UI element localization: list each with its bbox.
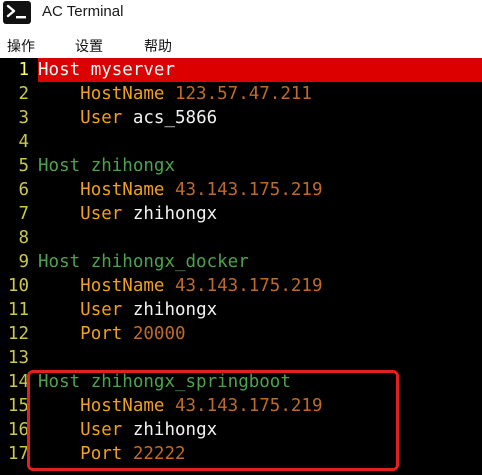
line-code[interactable]: HostName 43.143.175.219 (38, 274, 482, 298)
code-token: HostName (80, 180, 165, 200)
editor-line[interactable]: 6 HostName 43.143.175.219 (0, 178, 482, 202)
line-code[interactable]: User zhihongx (38, 418, 482, 442)
editor-line[interactable]: 13 (0, 346, 482, 370)
code-token: Host (38, 60, 81, 80)
editor-line[interactable]: 10 HostName 43.143.175.219 (0, 274, 482, 298)
line-code[interactable]: HostName 123.57.47.211 (38, 82, 482, 106)
code-token: myserver (80, 60, 175, 80)
editor-line[interactable]: 5 Host zhihongx (0, 154, 482, 178)
code-token: Port (80, 324, 123, 344)
editor-line[interactable]: 2 HostName 123.57.47.211 (0, 82, 482, 106)
code-token: User (80, 420, 123, 440)
line-number: 4 (18, 132, 29, 152)
line-number: 3 (18, 108, 29, 128)
menu-item-operations[interactable]: 操作 (7, 36, 35, 56)
editor-line[interactable]: 9 Host zhihongx_docker (0, 250, 482, 274)
code-token: zhihongx_springboot (80, 372, 291, 392)
code-token: 43.143.175.219 (164, 276, 323, 296)
menu-bar: 操作 设置 帮助 (0, 34, 482, 58)
code-token: 43.143.175.219 (164, 180, 323, 200)
code-token: 123.57.47.211 (164, 84, 312, 104)
editor-line[interactable]: 16 User zhihongx (0, 418, 482, 442)
code-token: 20000 (122, 324, 186, 344)
line-code[interactable] (38, 346, 482, 370)
code-token: zhihongx_docker (80, 252, 249, 272)
code-token: zhihongx (122, 300, 218, 320)
line-number: 15 (7, 396, 29, 416)
code-token: HostName (80, 84, 165, 104)
editor-line[interactable]: 17 Port 22222 (0, 442, 482, 466)
window-title: AC Terminal (42, 3, 124, 20)
line-number: 8 (18, 228, 29, 248)
code-token: Host (38, 156, 81, 176)
code-token: User (80, 300, 123, 320)
line-number: 13 (7, 348, 29, 368)
editor-line[interactable]: 4 (0, 130, 482, 154)
editor-line[interactable]: 8 (0, 226, 482, 250)
line-number: 12 (7, 324, 29, 344)
line-code[interactable]: Port 20000 (38, 322, 482, 346)
editor-line[interactable]: 15 HostName 43.143.175.219 (0, 394, 482, 418)
terminal-prompt-icon (3, 1, 31, 24)
menu-item-settings[interactable]: 设置 (75, 36, 103, 56)
terminal-window: AC Terminal 操作 设置 帮助 1 Host myserver 2 Hos… (0, 0, 482, 475)
code-token: zhihongx (80, 156, 175, 176)
code-token: Port (80, 444, 123, 464)
line-code[interactable]: Host zhihongx_docker (38, 250, 482, 274)
code-token: User (80, 204, 123, 224)
line-code[interactable]: Host zhihongx_springboot (38, 370, 482, 394)
editor-line[interactable]: 3 User acs_5866 (0, 106, 482, 130)
line-number: 1 (18, 60, 29, 80)
editor-line[interactable]: 12 Port 20000 (0, 322, 482, 346)
line-code[interactable]: Port 22222 (38, 442, 482, 466)
line-number: 9 (18, 252, 29, 272)
line-number: 17 (7, 444, 29, 464)
line-number: 6 (18, 180, 29, 200)
line-number: 5 (18, 156, 29, 176)
code-token: acs_5866 (122, 108, 218, 128)
line-code[interactable]: User acs_5866 (38, 106, 482, 130)
editor-line[interactable]: 11 User zhihongx (0, 298, 482, 322)
line-number: 14 (7, 372, 29, 392)
line-code[interactable]: HostName 43.143.175.219 (38, 394, 482, 418)
editor-area[interactable]: 1 Host myserver 2 HostName 123.57.47.211 3 … (0, 58, 482, 475)
code-token: Host (38, 252, 81, 272)
code-token: HostName (80, 396, 165, 416)
code-token: Host (38, 372, 81, 392)
code-token: HostName (80, 276, 165, 296)
line-code[interactable]: Host myserver (38, 58, 482, 82)
line-number: 10 (7, 276, 29, 296)
line-number: 7 (18, 204, 29, 224)
editor-line[interactable]: 1 Host myserver (0, 58, 482, 82)
code-token: User (80, 108, 123, 128)
code-token: 43.143.175.219 (164, 396, 323, 416)
line-code[interactable]: Host zhihongx (38, 154, 482, 178)
code-token: 22222 (122, 444, 186, 464)
line-code[interactable]: User zhihongx (38, 298, 482, 322)
code-token: zhihongx (122, 204, 218, 224)
menu-item-help[interactable]: 帮助 (144, 36, 172, 56)
line-code[interactable]: User zhihongx (38, 202, 482, 226)
line-code[interactable] (38, 130, 482, 154)
editor-line[interactable]: 7 User zhihongx (0, 202, 482, 226)
line-number: 11 (7, 300, 29, 320)
editor-line[interactable]: 14 Host zhihongx_springboot (0, 370, 482, 394)
line-code[interactable]: HostName 43.143.175.219 (38, 178, 482, 202)
line-number: 16 (7, 420, 29, 440)
code-token: zhihongx (122, 420, 218, 440)
title-bar: AC Terminal (0, 0, 482, 26)
line-number: 2 (18, 84, 29, 104)
line-code[interactable] (38, 226, 482, 250)
